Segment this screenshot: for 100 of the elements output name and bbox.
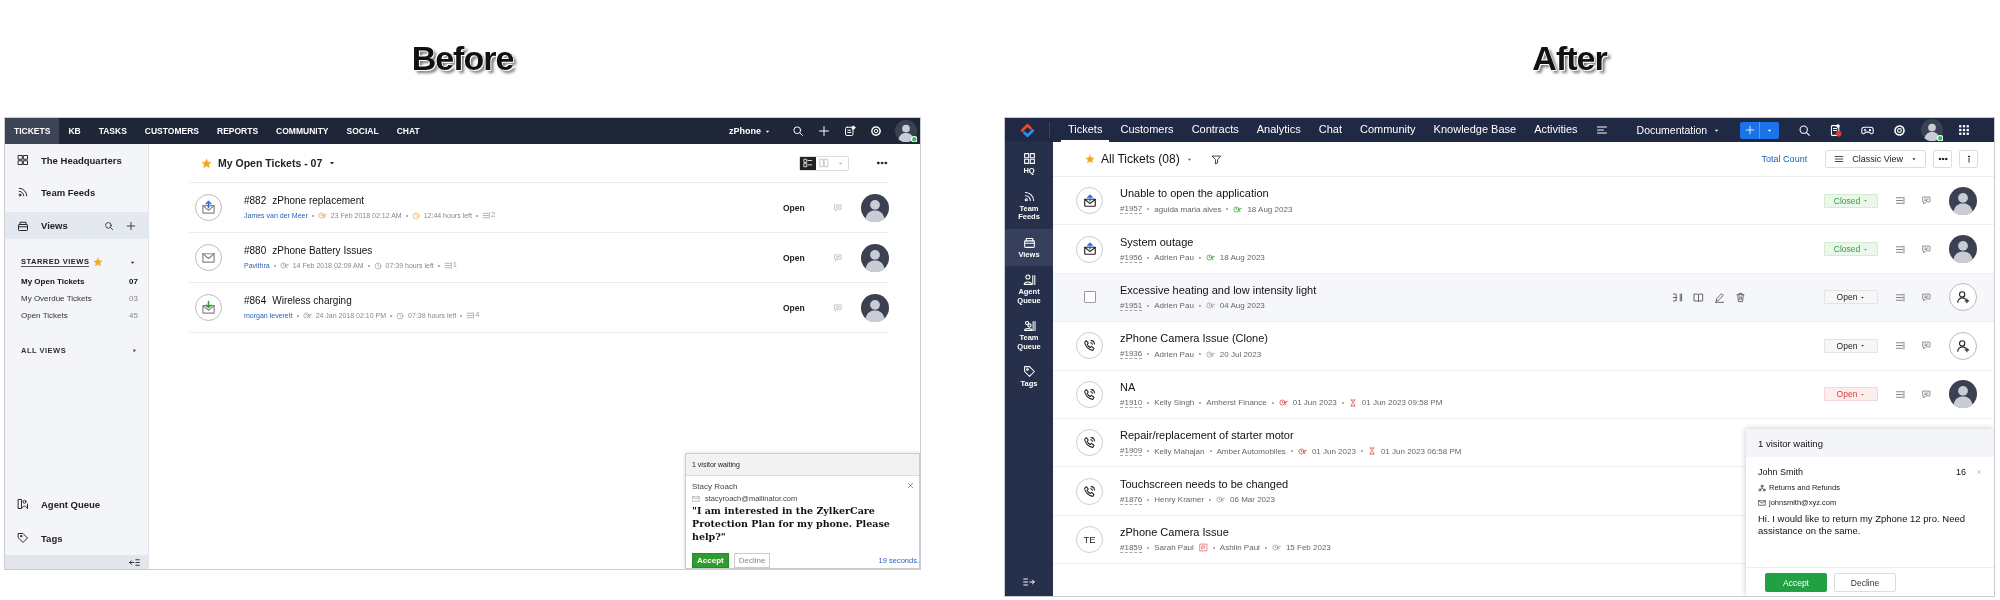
nav-tab[interactable]: Community — [1353, 118, 1423, 142]
nav-tab[interactable]: Activities — [1527, 118, 1585, 142]
nav-tab[interactable]: Tickets — [1061, 118, 1110, 142]
view-title[interactable]: My Open Tickets - 07 — [218, 157, 323, 169]
new-button[interactable] — [1740, 121, 1780, 139]
decline-button[interactable]: Decline — [733, 553, 771, 568]
view-item[interactable]: My Overdue Tickets 03 — [5, 290, 148, 307]
apps-icon[interactable] — [1958, 124, 1971, 136]
view-dropdown[interactable]: Classic View — [1825, 150, 1926, 168]
thread-icon[interactable] — [1895, 291, 1906, 303]
nav-tab[interactable]: CHAT — [387, 118, 429, 144]
ticket-number: #1910 — [1120, 397, 1143, 408]
notes-icon[interactable] — [1829, 123, 1843, 137]
nav-tab[interactable]: TASKS — [89, 118, 136, 144]
sidebar-item[interactable]: Agent Queue — [5, 487, 148, 521]
compose-icon[interactable] — [844, 125, 856, 137]
edit-icon[interactable] — [1714, 291, 1725, 303]
view-item[interactable]: Open Tickets 45 — [5, 307, 148, 324]
collapse-icon[interactable] — [129, 556, 140, 568]
mail-icon — [692, 494, 700, 503]
decline-button[interactable]: Decline — [1834, 573, 1896, 592]
thread-icon[interactable] — [1895, 388, 1906, 400]
caret-icon[interactable] — [328, 159, 337, 167]
merge-icon[interactable] — [1672, 291, 1683, 303]
status-label[interactable]: Open — [783, 302, 833, 313]
nav-tab[interactable]: Chat — [1311, 118, 1349, 142]
mail-upload-icon — [1082, 242, 1097, 257]
close-icon[interactable] — [907, 482, 914, 489]
ticket-subject[interactable]: Unable to open the application — [1120, 187, 1824, 200]
contact-name: Kelly Mahajan — [1154, 446, 1205, 456]
nav-tab[interactable]: Customers — [1113, 118, 1181, 142]
sidebar-item[interactable]: Views — [5, 212, 148, 239]
phone-icon — [1083, 387, 1096, 401]
created-date: 15 Feb 2023 — [1285, 543, 1331, 553]
expand-icon[interactable] — [1023, 576, 1035, 588]
status-dropdown[interactable]: Open — [1824, 290, 1878, 305]
star-icon — [93, 257, 104, 267]
mail-upload-icon — [1082, 193, 1097, 208]
view-title[interactable]: All Tickets (08) — [1101, 152, 1180, 166]
search-icon[interactable] — [104, 220, 114, 231]
avatar — [861, 293, 889, 322]
layout-switch[interactable] — [799, 155, 849, 171]
nav-tab[interactable]: Knowledge Base — [1426, 118, 1524, 142]
ticket-subject[interactable]: zPhone Camera Issue (Clone) — [1120, 332, 1824, 345]
status-dropdown[interactable]: Open — [1824, 387, 1878, 402]
account-name: Ashlin Paul — [1219, 543, 1260, 553]
ticket-subject[interactable]: zPhone Battery Issues — [272, 245, 373, 256]
nav-tab[interactable]: Analytics — [1249, 118, 1308, 142]
view-count: 03 — [129, 294, 138, 303]
contact-name: Kelly Singh — [1154, 398, 1195, 408]
nav-tab[interactable]: CUSTOMERS — [135, 118, 208, 144]
contact-name: Adrien Pau — [1154, 253, 1194, 263]
visitor-name: Stacy Roach — [692, 482, 738, 491]
status-label[interactable]: Open — [783, 252, 833, 263]
contact-name: Henry Kramer — [1154, 495, 1205, 505]
sidebar-item[interactable]: The Headquarters — [5, 144, 148, 176]
filter-icon[interactable] — [1210, 153, 1222, 165]
nav-tab[interactable]: Contracts — [1184, 118, 1246, 142]
search-icon[interactable] — [792, 125, 804, 137]
more-button[interactable] — [1933, 150, 1952, 168]
sidebar-item[interactable]: Team Feeds — [5, 176, 148, 208]
due-date: 01 Jun 2023 09:58 PM — [1361, 398, 1443, 408]
view-item[interactable]: My Open Tickets 07 — [5, 273, 148, 290]
nav-tab[interactable]: COMMUNITY — [267, 118, 338, 144]
grid-icon — [1022, 152, 1036, 165]
total-count-link[interactable]: Total Count — [1761, 154, 1808, 164]
status-label[interactable]: Open — [783, 202, 833, 213]
search-icon[interactable] — [1798, 123, 1812, 137]
settings-icon[interactable] — [870, 125, 882, 137]
caret-icon — [1863, 246, 1869, 252]
ticket-subject[interactable]: zPhone replacement — [272, 195, 364, 206]
trash-icon[interactable] — [1735, 291, 1746, 303]
sidebar-item[interactable]: Tags — [5, 521, 148, 555]
info-button[interactable] — [1959, 150, 1978, 168]
contact-name: Sarah Paul — [1154, 543, 1194, 553]
menu-icon[interactable] — [1595, 124, 1608, 136]
nav-tab[interactable]: TICKETS — [5, 118, 60, 144]
nav-tab[interactable]: SOCIAL — [337, 118, 388, 144]
assign-button[interactable] — [1949, 283, 1977, 312]
thread-icon[interactable] — [1895, 243, 1906, 255]
feed-icon — [1022, 189, 1036, 203]
accept-button[interactable]: Accept — [692, 553, 729, 568]
portal-switcher[interactable]: zPhone — [729, 118, 771, 144]
ticket-subject[interactable]: NA — [1120, 380, 1824, 393]
status-dropdown[interactable]: Open — [1824, 338, 1878, 353]
ticket-subject[interactable]: Wireless charging — [272, 295, 352, 306]
thread-icon[interactable] — [1895, 195, 1906, 207]
book-icon[interactable] — [1693, 291, 1704, 303]
portal-switcher[interactable]: Documentation — [1636, 118, 1721, 142]
nav-tab[interactable]: KB — [59, 118, 90, 144]
ticket-subject[interactable]: System outage — [1120, 235, 1824, 248]
settings-icon[interactable] — [1893, 123, 1907, 137]
ticket-number: #864 — [244, 295, 267, 306]
assign-button[interactable] — [1949, 331, 1977, 360]
plus-icon[interactable] — [126, 220, 136, 231]
thread-icon[interactable] — [1895, 340, 1906, 352]
ticket-subject[interactable]: Excessive heating and low intensity light — [1120, 283, 1672, 296]
checkbox[interactable] — [1083, 291, 1096, 304]
ticket-row[interactable]: Excessive heating and low intensity light #1951 Adrien Pau 04 Aug 2023 Open — [1053, 273, 1994, 323]
nav-tab[interactable]: REPORTS — [208, 118, 268, 144]
